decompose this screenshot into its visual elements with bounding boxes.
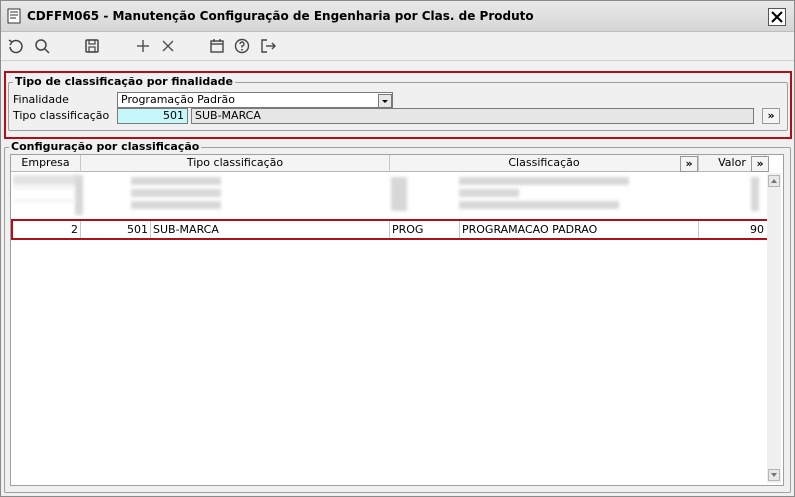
arrow-up-icon — [771, 179, 777, 183]
finalidade-value: Programação Padrão — [121, 93, 236, 106]
calendar-icon[interactable] — [208, 37, 226, 55]
window-title: CDFFM065 - Manutenção Configuração de En… — [27, 9, 534, 23]
blurred-rows — [11, 173, 766, 217]
tipo-lookup-button[interactable]: » — [762, 108, 780, 124]
add-icon[interactable] — [134, 37, 152, 55]
column-header-tipo-classificacao[interactable]: Tipo classificação — [81, 155, 390, 172]
save-icon[interactable] — [83, 37, 101, 55]
scroll-up-button[interactable] — [768, 175, 780, 187]
finalidade-dropdown-button[interactable] — [378, 94, 392, 108]
close-button[interactable] — [768, 8, 786, 26]
undo-icon[interactable] — [7, 37, 25, 55]
classificacao-expand-button[interactable]: » — [680, 156, 698, 172]
toolbar — [1, 32, 794, 61]
tipo-classificacao-desc-field: SUB-MARCA — [191, 108, 754, 124]
arrow-down-icon — [771, 473, 777, 477]
vertical-scrollbar[interactable] — [767, 173, 781, 483]
highlight-box-row — [11, 219, 770, 240]
finalidade-select[interactable]: Programação Padrão — [117, 92, 393, 108]
tipo-classificacao-code: 501 — [163, 109, 184, 122]
help-icon[interactable] — [233, 37, 251, 55]
finalidade-label: Finalidade — [13, 93, 69, 106]
column-header-classificacao[interactable]: Classificação — [390, 155, 699, 172]
valor-expand-button[interactable]: » — [751, 156, 769, 172]
tipo-classificacao-label: Tipo classificação — [13, 109, 110, 122]
scroll-down-button[interactable] — [768, 469, 780, 481]
search-icon[interactable] — [33, 37, 51, 55]
column-header-empresa[interactable]: Empresa — [11, 155, 81, 172]
main-window: CDFFM065 - Manutenção Configuração de En… — [0, 0, 795, 497]
document-icon — [7, 8, 21, 24]
close-icon — [771, 11, 783, 23]
delete-icon[interactable] — [159, 37, 177, 55]
chevron-down-icon — [382, 100, 388, 103]
tipo-classificacao-desc: SUB-MARCA — [195, 109, 261, 122]
title-bar: CDFFM065 - Manutenção Configuração de En… — [1, 1, 794, 32]
config-grid: Empresa Tipo classificação Classificação… — [10, 154, 784, 486]
exit-icon[interactable] — [259, 37, 277, 55]
configuracao-group-title: Configuração por classificação — [9, 140, 202, 153]
tipo-classificacao-code-input[interactable]: 501 — [117, 108, 188, 124]
